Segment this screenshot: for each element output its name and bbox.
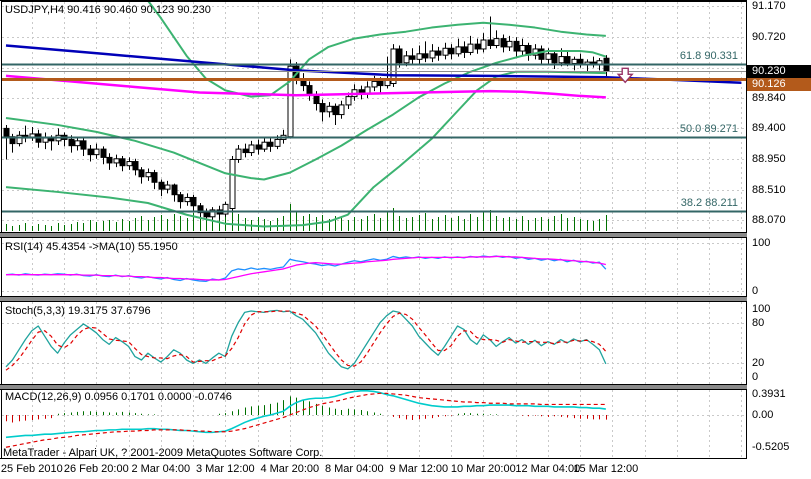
metatrader-chart-window: USDJPY,H4 90.416 90.460 90.123 90.230 RS… (0, 0, 811, 479)
axis-tick-label: 89.400 (752, 122, 786, 135)
stoch-indicator-label: Stoch(5,3,3) 19.3175 37.6796 (5, 305, 151, 317)
time-axis[interactable]: 25 Feb 2010 26 Feb 20:00 2 Mar 04:00 3 Mar … (0, 459, 811, 479)
axis-tick-label: -0.5205 (752, 441, 790, 454)
chart-title: USDJPY,H4 90.416 90.460 90.123 90.230 (5, 4, 211, 16)
axis-tick-label: 0.3931 (752, 388, 786, 400)
axis-tick-label: 0 (752, 371, 759, 383)
axis-tick-label: 0.00 (752, 409, 774, 421)
axis-tick-label: 80 (752, 316, 765, 329)
axis-tick-label: 88.510 (752, 183, 786, 196)
bid-price-box: 90.230 (747, 65, 811, 79)
status-bar: MetaTrader - Alpari UK, ? 2001-2009 Meta… (3, 447, 323, 459)
axis-tick-label: 100 (752, 237, 771, 249)
pane-splitter[interactable] (0, 384, 747, 390)
rsi-indicator-label: RSI(14) 45.4354 ->MA(10) 55.1950 (5, 241, 178, 253)
time-axis-label: 15 Mar 12:00 (573, 463, 639, 475)
axis-tick-label: 20 (752, 357, 765, 370)
chart-canvas[interactable] (0, 0, 811, 479)
fib-level-label: 38.2 88.211 (680, 196, 738, 209)
fib-level-label: 61.8 90.331 (679, 50, 738, 63)
pane-splitter[interactable] (0, 296, 747, 302)
fib-level-label: 50.0 89.271 (679, 123, 738, 136)
macd-indicator-label: MACD(12,26,9) 0.0956 0.1701 0.0000 -0.07… (5, 391, 232, 403)
axis-tick-label: 0 (752, 285, 759, 297)
order-price-box: 90.126 (747, 78, 811, 92)
axis-tick-label: 88.950 (752, 153, 786, 166)
axis-tick-label: 100 (752, 303, 771, 315)
axis-tick-label: 90.720 (752, 31, 786, 44)
axis-tick-label: 91.170 (752, 0, 786, 13)
axis-tick-label: 89.840 (752, 92, 786, 104)
pane-splitter[interactable] (0, 232, 747, 238)
axis-tick-label: 88.070 (752, 214, 786, 227)
